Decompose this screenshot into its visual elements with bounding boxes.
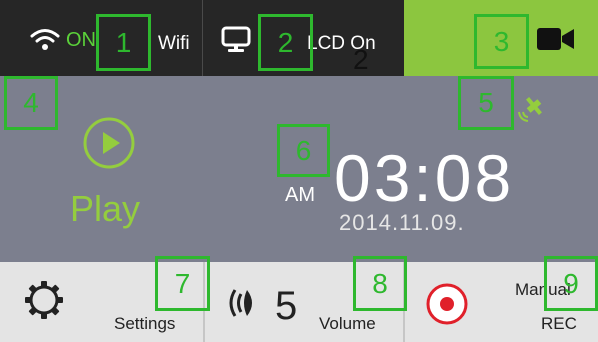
monitor-icon: [221, 26, 251, 52]
annotation-marker-1: 1: [96, 14, 151, 71]
annotation-marker-6: 6: [277, 124, 330, 177]
annotation-marker-7: 7: [155, 256, 210, 311]
bottom-bar: Settings 5 Volume Manual REC: [0, 262, 598, 342]
annotation-marker-5: 5: [458, 76, 514, 130]
gps-satellite-icon: [518, 97, 542, 122]
play-button[interactable]: Play: [70, 116, 180, 246]
clock-time: 03:08: [334, 141, 515, 215]
volume-value: 5: [275, 284, 298, 328]
lcd-annotation: 2: [353, 44, 369, 75]
settings-label: Settings: [114, 314, 176, 333]
gear-icon: [25, 281, 63, 319]
speaker-icon: [229, 289, 252, 317]
wifi-icon: [30, 29, 60, 50]
rec-label-line2: REC: [541, 314, 577, 333]
clock-ampm: AM: [285, 184, 315, 206]
annotation-marker-4: 4: [4, 76, 58, 130]
video-camera-icon: [537, 28, 574, 50]
annotation-marker-3: 3: [474, 14, 529, 69]
dashcam-screen: ON Wifi LCD On 2 Play AM 03:08 2014.11.0…: [0, 0, 598, 342]
annotation-marker-8: 8: [353, 256, 407, 311]
annotation-marker-9: 9: [544, 256, 598, 311]
annotation-marker-2: 2: [258, 14, 313, 71]
wifi-label: Wifi: [158, 33, 190, 54]
clock-date: 2014.11.09.: [339, 210, 465, 235]
volume-label: Volume: [319, 314, 376, 333]
play-label: Play: [70, 188, 141, 229]
record-icon: [426, 283, 468, 325]
wifi-status: ON: [66, 29, 96, 51]
play-circle-icon: [83, 117, 135, 169]
